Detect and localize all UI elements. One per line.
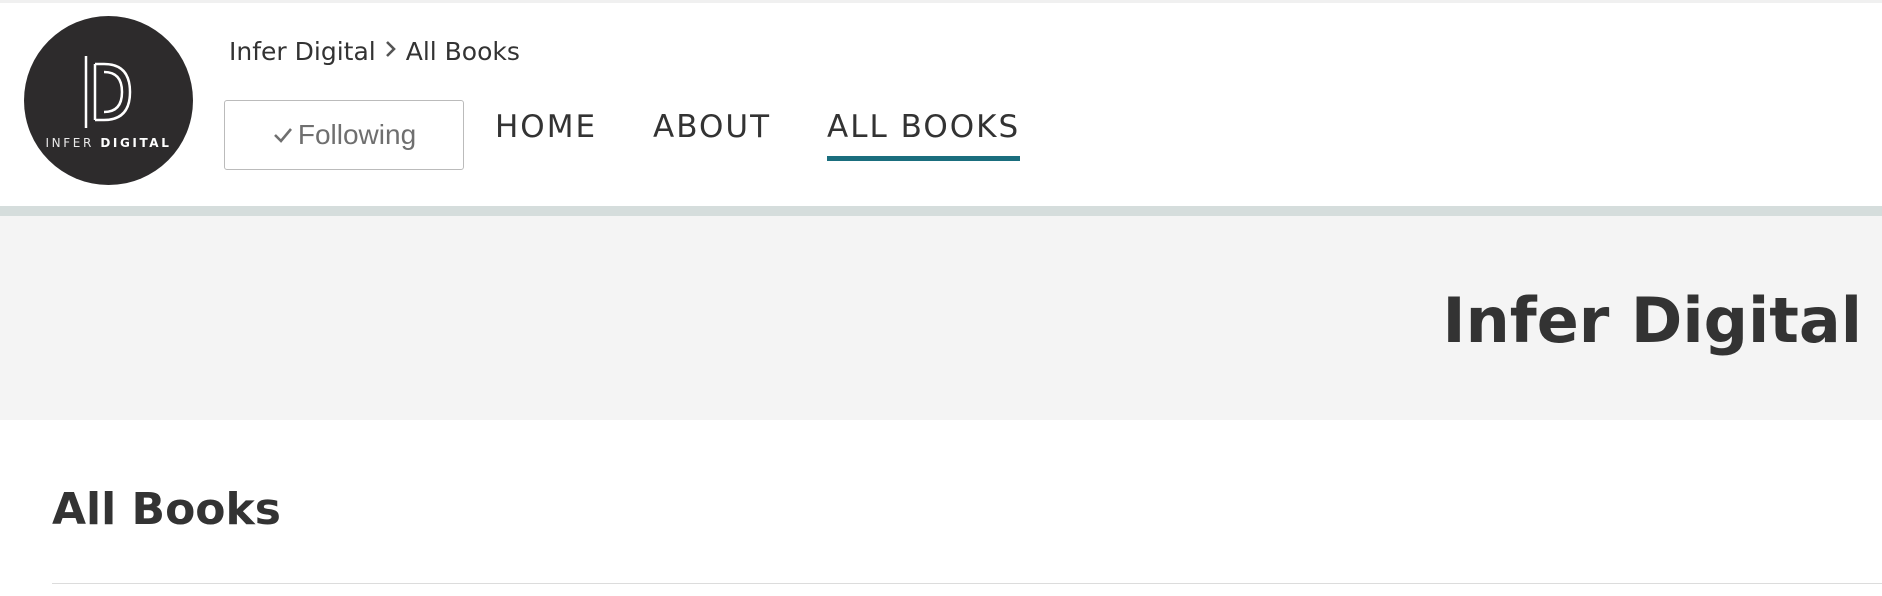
check-icon	[273, 128, 292, 143]
nav-item-all-books[interactable]: ALL BOOKS	[827, 109, 1021, 161]
brand-logo-text-bold: DIGITAL	[100, 136, 172, 150]
header-divider	[0, 206, 1882, 216]
section-title: All Books	[52, 484, 281, 535]
nav-item-about[interactable]: ABOUT	[653, 109, 771, 161]
all-books-section: All Books	[0, 420, 1882, 596]
section-divider	[52, 583, 1882, 584]
brand-logo-text: INFER DIGITAL	[24, 136, 193, 150]
store-header: INFER DIGITAL Infer Digital All Books Fo…	[0, 0, 1882, 206]
following-button[interactable]: Following	[224, 100, 464, 170]
brand-logo-mark-icon	[84, 56, 132, 128]
breadcrumb-item-infer-digital[interactable]: Infer Digital	[229, 37, 376, 66]
chevron-right-icon	[376, 39, 406, 65]
hero-banner: Infer Digital	[0, 216, 1882, 420]
hero-title: Infer Digital	[1442, 284, 1862, 357]
brand-logo-text-light: INFER	[45, 136, 94, 150]
breadcrumb-item-all-books[interactable]: All Books	[406, 37, 520, 66]
following-button-label: Following	[297, 119, 417, 150]
nav-item-home[interactable]: HOME	[495, 109, 597, 161]
brand-logo[interactable]: INFER DIGITAL	[24, 16, 193, 185]
breadcrumb: Infer Digital All Books	[229, 37, 520, 66]
store-nav: HOME ABOUT ALL BOOKS	[495, 109, 1076, 161]
